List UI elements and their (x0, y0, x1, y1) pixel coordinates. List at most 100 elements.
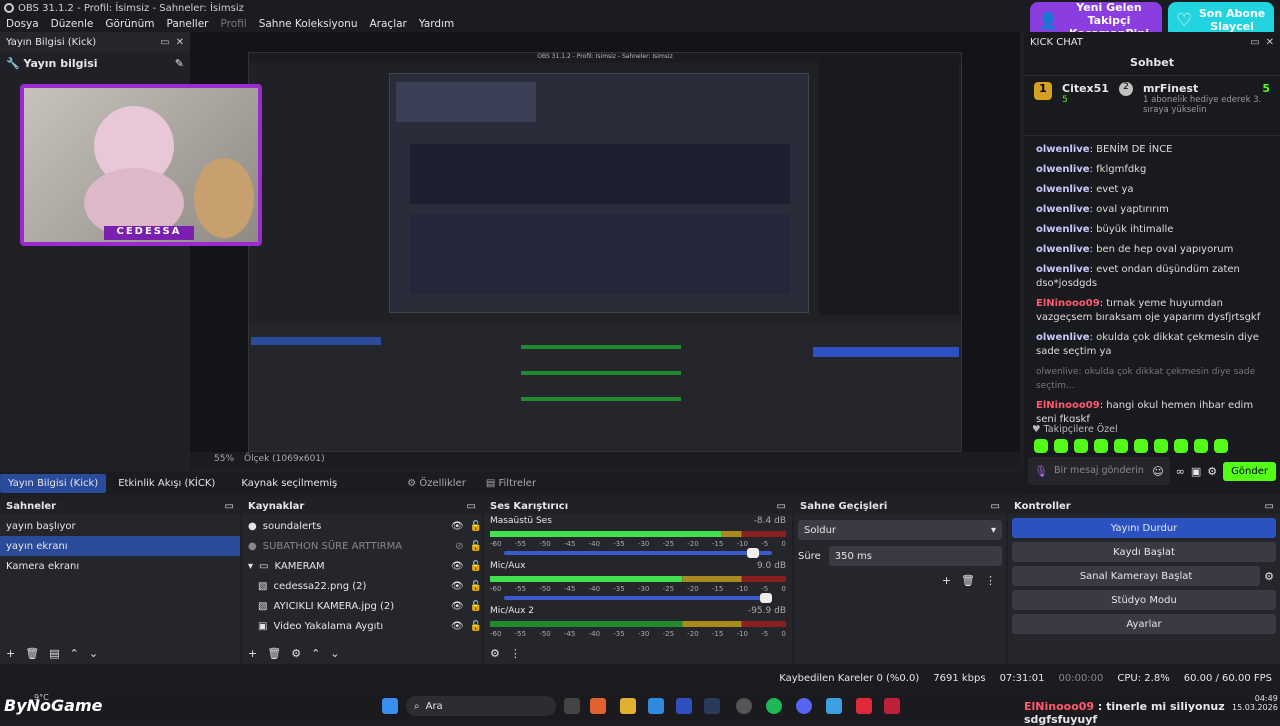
source-group[interactable]: ▾ ▭ KAMERAM 👁 🔓 (242, 556, 482, 576)
gear-icon[interactable]: ⚙ (291, 647, 301, 660)
start-recording-button[interactable]: Kaydı Başlat (1012, 542, 1276, 562)
chat-username: ElNinooo09 (1036, 298, 1100, 309)
more-icon[interactable]: ⋮ (510, 647, 521, 660)
zoom-level[interactable]: 55% (214, 454, 234, 464)
store-icon[interactable] (676, 698, 692, 714)
chevron-up-icon[interactable]: ⌃ (311, 647, 320, 660)
menu-profil[interactable]: Profil (221, 18, 247, 30)
menu-araclar[interactable]: Araçlar (370, 18, 407, 30)
add-icon[interactable]: + (248, 647, 257, 660)
menu-gorunum[interactable]: Görünüm (105, 18, 154, 30)
float-icon[interactable]: ▭ (225, 501, 234, 512)
emote-icon[interactable] (1174, 439, 1188, 453)
emote-icon[interactable] (1074, 439, 1088, 453)
source-item[interactable]: ▧ cedessa22.png (2) 👁 🔓 (242, 576, 482, 596)
volume-slider[interactable] (504, 548, 772, 558)
spotify-icon[interactable] (766, 698, 782, 714)
emote-icon[interactable] (1194, 439, 1208, 453)
emoji-icon[interactable]: ☺ (1152, 465, 1163, 478)
emote-icon[interactable] (1214, 439, 1228, 453)
settings-button[interactable]: Ayarlar (1012, 614, 1276, 634)
app-icon[interactable] (884, 698, 900, 714)
chat-tab[interactable]: Sohbet (1024, 52, 1280, 76)
menu-duzenle[interactable]: Düzenle (51, 18, 94, 30)
float-icon[interactable]: ▭ (160, 37, 169, 48)
windows-taskbar: ByNoGame 9°C ⌕ Ara ElNinooo09 : tinerle m… (0, 692, 1280, 726)
emote-icon[interactable] (1134, 439, 1148, 453)
obs-taskbar-icon[interactable] (736, 698, 752, 714)
start-virtual-camera-button[interactable]: Sanal Kamerayı Başlat (1012, 566, 1261, 586)
trash-icon[interactable]: 🗑 (267, 647, 281, 660)
tab-etkinlik-akisi[interactable]: Etkinlik Akışı (KİCK) (110, 474, 223, 493)
trash-icon[interactable]: 🗑 (25, 647, 39, 660)
add-icon[interactable]: + (6, 647, 15, 660)
studio-mode-button[interactable]: Stüdyo Modu (1012, 590, 1276, 610)
float-icon[interactable]: ▭ (1265, 501, 1274, 512)
copilot-icon[interactable] (590, 698, 606, 714)
more-icon[interactable]: ⋮ (985, 574, 996, 587)
taskbar-search[interactable]: ⌕ Ara (406, 696, 556, 716)
task-view-icon[interactable] (564, 698, 580, 714)
float-icon[interactable]: ▭ (1250, 37, 1259, 48)
app-icon[interactable] (856, 698, 872, 714)
scene-item[interactable]: Kamera ekranı (0, 556, 240, 576)
scene-item[interactable]: yayın başlıyor (0, 516, 240, 536)
chat-message: ElNinooo09: tırnak yeme huyumdan vazgeçs… (1036, 298, 1261, 323)
duration-label: Süre (798, 550, 821, 562)
menu-sahne-koleksiyonu[interactable]: Sahne Koleksiyonu (259, 18, 358, 30)
windows-start-icon[interactable] (382, 698, 398, 714)
chat-username: ElNinooo09 (1036, 400, 1100, 411)
emote-icon[interactable] (1094, 439, 1108, 453)
stop-stream-button[interactable]: Yayını Durdur (1012, 518, 1276, 538)
source-item[interactable]: ● soundalerts 👁 🔓 (242, 516, 482, 536)
chevron-down-icon[interactable]: ⌄ (330, 647, 339, 660)
source-item[interactable]: ▣ Video Yakalama Aygıtı 👁 🔓 (242, 616, 482, 636)
filters-button[interactable]: ▤ Filtreler (486, 478, 536, 489)
clock[interactable]: 04:49 15.03.2026 (1232, 694, 1278, 712)
source-item[interactable]: ▧ AYICIKLI KAMERA.jpg (2) 👁 🔓 (242, 596, 482, 616)
steam-icon[interactable] (704, 698, 720, 714)
store-icon[interactable]: ▣ (1191, 465, 1201, 478)
app-icon[interactable] (826, 698, 842, 714)
chat-text: büyük ihtimalle (1096, 224, 1174, 235)
audio-icon: ● (248, 520, 257, 532)
file-explorer-icon[interactable] (620, 698, 636, 714)
chevron-up-icon[interactable]: ⌃ (70, 647, 79, 660)
float-icon[interactable]: ▭ (467, 501, 476, 512)
gear-icon[interactable]: ⚙ (1207, 465, 1217, 478)
menu-dosya[interactable]: Dosya (6, 18, 39, 30)
transition-select[interactable]: Soldur ▾ (798, 520, 1002, 540)
gear-icon[interactable]: ⚙ (490, 647, 500, 660)
filter-icon[interactable]: ▤ (49, 647, 59, 660)
chat-input[interactable]: Bir mesaj gönderin (1054, 466, 1146, 476)
edit-icon[interactable]: ✎ (175, 57, 184, 70)
emote-icon[interactable] (1114, 439, 1128, 453)
mic-icon[interactable]: 🎙 (1034, 465, 1048, 478)
user-plus-icon: 👤 (1038, 10, 1058, 30)
emote-icon[interactable] (1034, 439, 1048, 453)
scene-item[interactable]: yayın ekranı (0, 536, 240, 556)
menu-yardim[interactable]: Yardım (419, 18, 454, 30)
tab-yayin-bilgisi[interactable]: Yayın Bilgisi (Kick) (0, 473, 107, 493)
gear-icon[interactable]: ⚙ (1264, 570, 1274, 583)
float-icon[interactable]: ▭ (991, 501, 1000, 512)
float-icon[interactable]: ▭ (777, 501, 786, 512)
meter-ticks: -60 -55 -50 -45 -40 -35 -30 -25 -20 -15 -10 -5 0 (490, 585, 786, 593)
close-icon[interactable]: ✕ (176, 37, 184, 48)
chevron-down-icon[interactable]: ⌄ (89, 647, 98, 660)
emote-icon[interactable] (1054, 439, 1068, 453)
properties-button[interactable]: ⚙ Özellikler (407, 478, 466, 489)
close-icon[interactable]: ✕ (1266, 37, 1274, 48)
add-icon[interactable]: + (942, 574, 951, 587)
discord-icon[interactable] (796, 698, 812, 714)
chat-username: olwenlive (1036, 164, 1090, 175)
send-button[interactable]: Gönder (1223, 461, 1276, 481)
infinity-icon[interactable]: ∞ (1176, 465, 1185, 478)
emote-icon[interactable] (1154, 439, 1168, 453)
duration-input[interactable]: 350 ms (828, 546, 1002, 566)
edge-icon[interactable] (648, 698, 664, 714)
menu-paneller[interactable]: Paneller (166, 18, 208, 30)
volume-slider[interactable] (504, 593, 772, 603)
source-item[interactable]: ● SUBATHON SÜRE ARTTIRMA ⊘ 🔓 (242, 536, 482, 556)
trash-icon[interactable]: 🗑 (961, 574, 975, 587)
